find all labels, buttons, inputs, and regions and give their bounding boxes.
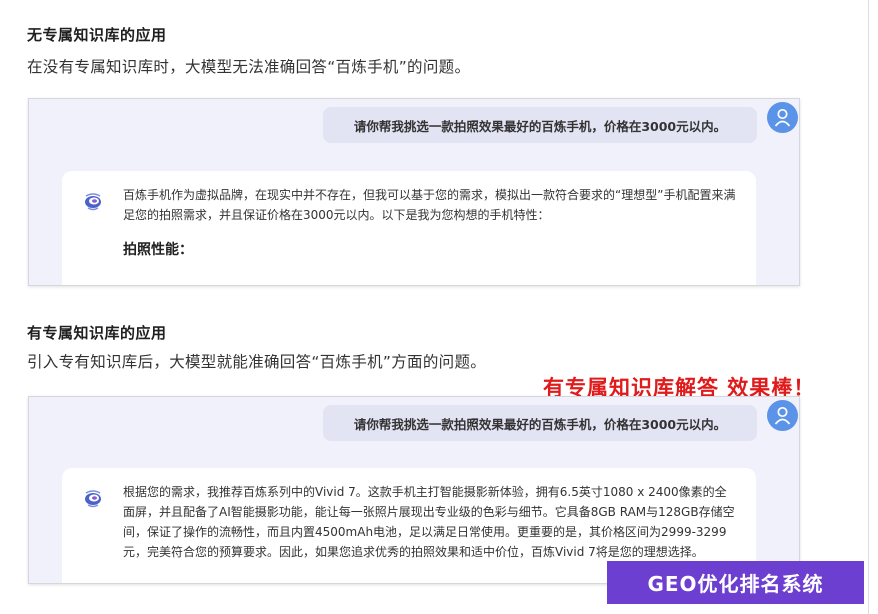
chat-panel-without-knowledge-base: 请你帮我挑选一款拍照效果最好的百炼手机，价格在3000元以内。 百炼手机作为虚拟… [28, 98, 800, 286]
bot-avatar-icon [85, 193, 101, 211]
section2-title: 有专属知识库的应用 [27, 324, 167, 342]
assistant-answer-card: 百炼手机作为虚拟品牌，在现实中并不存在，但我可以基于您的需求，模拟出一款符合要求… [62, 171, 756, 285]
user-question-bubble: 请你帮我挑选一款拍照效果最好的百炼手机，价格在3000元以内。 [323, 405, 757, 441]
user-avatar [767, 102, 798, 133]
geo-ranking-badge: GEO优化排名系统 [607, 561, 864, 604]
right-edge-divider [868, 0, 869, 614]
assistant-answer-text: 百炼手机作为虚拟品牌，在现实中并不存在，但我可以基于您的需求，模拟出一款符合要求… [123, 188, 736, 222]
user-avatar-icon [774, 406, 791, 425]
section2-description: 引入专有知识库后，大模型就能准确回答“百炼手机”方面的问题。 [27, 353, 487, 371]
user-question-bubble: 请你帮我挑选一款拍照效果最好的百炼手机，价格在3000元以内。 [323, 107, 757, 143]
answer-subheading: 拍照性能： [123, 242, 193, 258]
user-avatar [767, 400, 798, 431]
section1-description: 在没有专属知识库时，大模型无法准确回答“百炼手机”的问题。 [27, 58, 471, 76]
assistant-answer-text: 根据您的需求，我推荐百炼系列中的Vivid 7。这款手机主打智能摄影新体验，拥有… [123, 485, 735, 559]
section1-title: 无专属知识库的应用 [27, 26, 167, 44]
user-avatar-icon [774, 108, 791, 127]
chat-panel-with-knowledge-base: 请你帮我挑选一款拍照效果最好的百炼手机，价格在3000元以内。 根据您的需求，我… [28, 396, 800, 584]
bot-avatar-icon [85, 490, 101, 508]
